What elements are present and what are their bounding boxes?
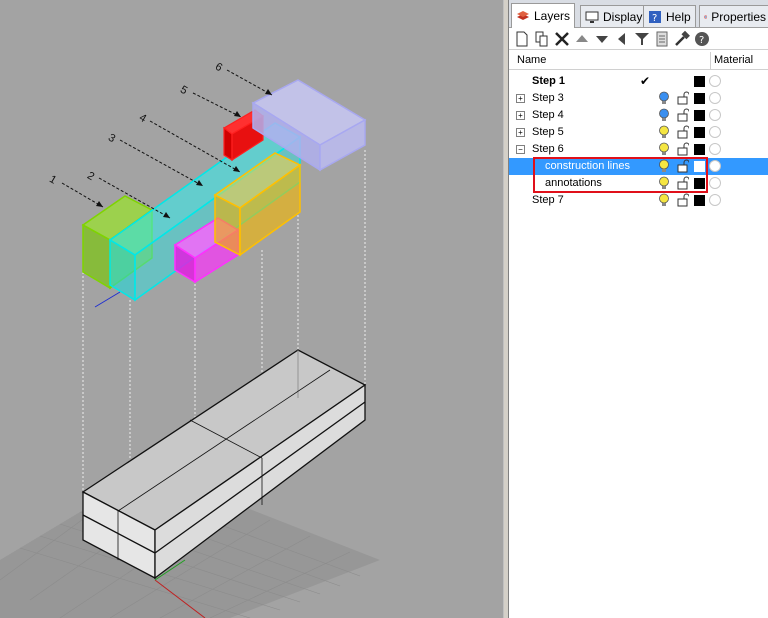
expand-toggle-icon[interactable]: + <box>516 94 525 103</box>
filter-icon[interactable] <box>633 30 651 48</box>
annotation-label-3: 3 <box>106 132 117 145</box>
visibility-bulb-icon[interactable] <box>658 142 670 157</box>
column-separator[interactable] <box>710 52 711 69</box>
visibility-bulb-icon[interactable] <box>658 108 670 123</box>
tab-display-label: Display <box>603 9 643 24</box>
layer-row[interactable]: + Step 3 <box>509 90 768 107</box>
display-icon <box>585 11 599 23</box>
annotation-label-2: 2 <box>85 170 96 183</box>
tab-display[interactable]: Display <box>580 5 648 27</box>
annotation-label-4: 4 <box>137 112 148 125</box>
layer-color-swatch[interactable] <box>694 110 705 121</box>
visibility-bulb-icon[interactable] <box>658 193 670 208</box>
layer-name[interactable]: Step 3 <box>532 92 564 104</box>
expand-toggle-icon[interactable]: − <box>516 145 525 154</box>
layers-icon <box>517 11 529 20</box>
layer-row[interactable]: + Step 5 <box>509 124 768 141</box>
layer-row[interactable]: − Step 6 <box>509 141 768 158</box>
annotation-label-1: 1 <box>47 173 58 186</box>
lock-open-icon[interactable] <box>677 193 689 207</box>
material-circle-icon[interactable] <box>709 177 721 189</box>
annotation-label-6: 6 <box>213 61 224 74</box>
svg-text:?: ? <box>652 13 657 24</box>
visibility-bulb-icon[interactable] <box>658 91 670 106</box>
svg-text:?: ? <box>699 35 704 46</box>
tab-properties-label: Properties <box>711 9 766 24</box>
material-circle-icon[interactable] <box>709 160 721 172</box>
layer-name[interactable]: Step 1 <box>532 75 565 87</box>
layer-name[interactable]: Step 7 <box>532 194 564 206</box>
help-icon: ? <box>649 10 661 24</box>
layer-row[interactable]: + Step 4 <box>509 107 768 124</box>
material-circle-icon[interactable] <box>709 126 721 138</box>
delete-icon[interactable] <box>553 30 571 48</box>
expand-toggle-icon[interactable]: + <box>516 128 525 137</box>
move-down-icon[interactable] <box>593 30 611 48</box>
layer-color-swatch[interactable] <box>694 127 705 138</box>
column-header: Name Material <box>509 52 768 70</box>
tab-properties[interactable]: Properties <box>699 5 768 27</box>
material-circle-icon[interactable] <box>709 109 721 121</box>
material-circle-icon[interactable] <box>709 75 721 87</box>
layer-color-swatch[interactable] <box>694 76 705 87</box>
visibility-bulb-icon[interactable] <box>658 125 670 140</box>
help-icon[interactable]: ? <box>693 30 711 48</box>
material-circle-icon[interactable] <box>709 92 721 104</box>
perspective-viewport[interactable]: 1 2 3 4 5 6 <box>0 0 503 618</box>
highlight-box <box>533 157 708 193</box>
new-layer-icon[interactable] <box>513 30 531 48</box>
tab-layers-label: Layers <box>534 9 571 23</box>
expand-toggle-icon[interactable]: + <box>516 111 525 120</box>
current-layer-check-icon[interactable]: ✔ <box>640 74 650 88</box>
tab-layers[interactable]: Layers <box>511 3 576 28</box>
lock-open-icon[interactable] <box>677 108 689 122</box>
material-circle-icon[interactable] <box>709 194 721 206</box>
new-sublayer-icon[interactable] <box>533 30 551 48</box>
layers-panel: Layers Display ? Help Properties ? Name … <box>509 0 768 618</box>
tools-icon[interactable] <box>673 30 691 48</box>
lock-open-icon[interactable] <box>677 91 689 105</box>
viewport-canvas: 1 2 3 4 5 6 <box>0 61 380 618</box>
lock-open-icon[interactable] <box>677 125 689 139</box>
move-left-icon[interactable] <box>613 30 631 48</box>
layer-toolbar: ? <box>509 28 768 50</box>
layer-row[interactable]: Step 1 ✔ <box>509 73 768 90</box>
layer-name[interactable]: Step 4 <box>532 109 564 121</box>
column-name-header[interactable]: Name <box>517 54 546 66</box>
layer-name[interactable]: Step 6 <box>532 143 564 155</box>
z-axis-line <box>94 291 121 308</box>
material-circle-icon[interactable] <box>709 143 721 155</box>
tab-help[interactable]: ? Help <box>643 5 696 27</box>
lock-open-icon[interactable] <box>677 142 689 156</box>
layer-row[interactable]: Step 7 <box>509 192 768 209</box>
layer-name[interactable]: Step 5 <box>532 126 564 138</box>
panel-tab-bar: Layers Display ? Help Properties <box>509 0 768 28</box>
layer-color-swatch[interactable] <box>694 195 705 206</box>
column-material-header[interactable]: Material <box>714 54 753 66</box>
annotation-label-5: 5 <box>178 84 189 97</box>
layer-color-swatch[interactable] <box>694 144 705 155</box>
properties-icon <box>704 14 708 19</box>
move-up-icon[interactable] <box>573 30 591 48</box>
layer-color-swatch[interactable] <box>694 93 705 104</box>
tab-help-label: Help <box>666 9 691 24</box>
layer-states-icon[interactable] <box>653 30 671 48</box>
